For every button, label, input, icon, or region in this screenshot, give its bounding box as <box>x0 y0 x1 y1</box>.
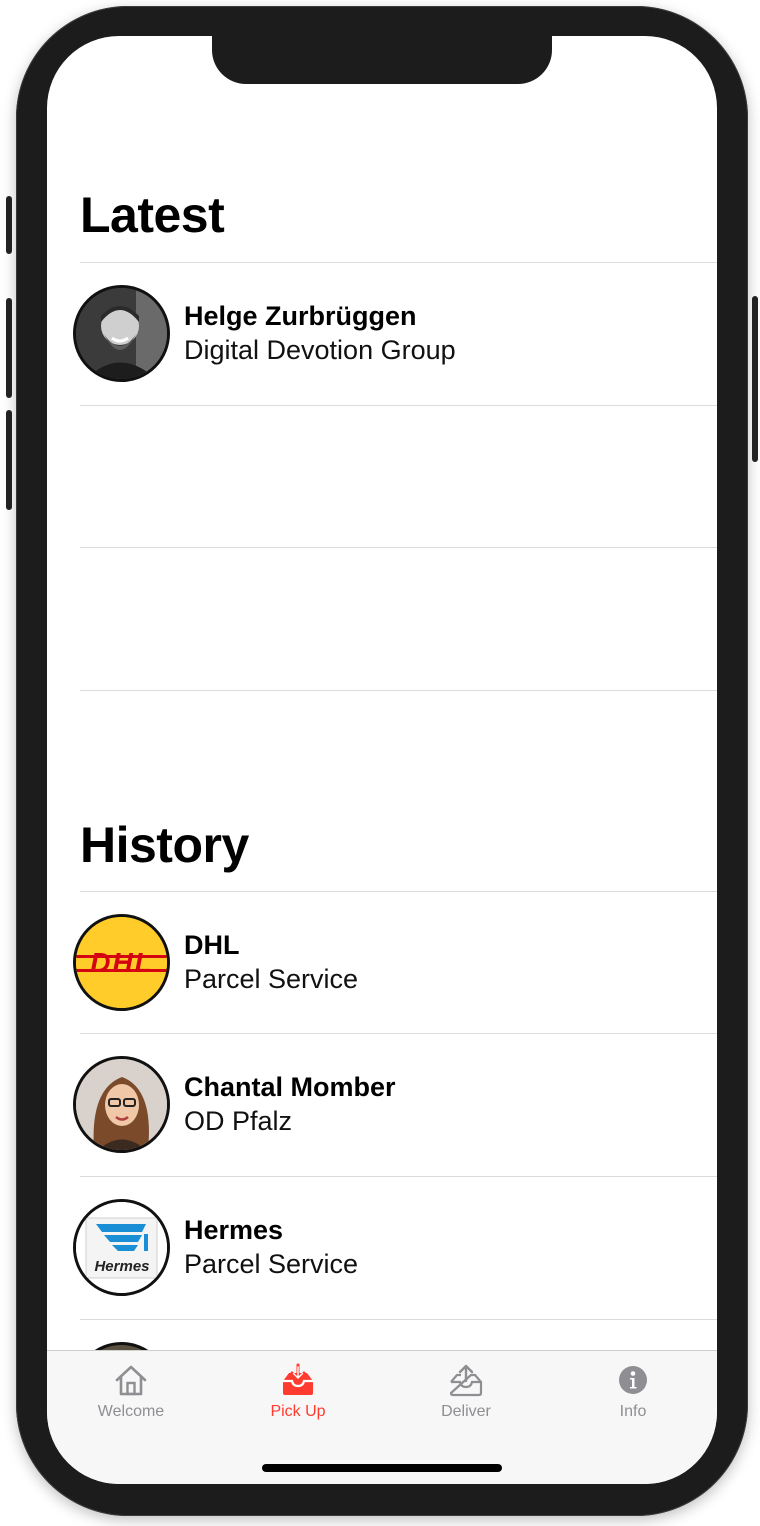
info-icon <box>619 1366 647 1394</box>
list-item-history-1[interactable]: Chantal Momber OD Pfalz <box>47 1034 717 1176</box>
tab-label: Info <box>619 1403 647 1420</box>
volume-down-button <box>6 410 12 510</box>
volume-up-button <box>6 298 12 398</box>
tab-label: Welcome <box>97 1403 165 1420</box>
list-item-subtitle: OD Pfalz <box>184 1106 293 1136</box>
list-item-title: Helge Zurbrüggen <box>184 301 417 331</box>
tab-label: Deliver <box>441 1403 491 1420</box>
power-button <box>752 296 758 462</box>
hermes-logo-text: Hermes <box>94 1258 149 1275</box>
person-photo-icon <box>76 288 167 379</box>
house-icon <box>115 1365 147 1396</box>
list-item-subtitle: Parcel Service <box>184 964 359 994</box>
list-item-title: Hermes <box>184 1215 284 1245</box>
list-item-subtitle: Digital Devotion Group <box>184 335 456 365</box>
list-item-latest-0[interactable]: Helge Zurbrüggen Digital Devotion Group <box>47 263 717 405</box>
hermes-logo-icon: Hermes <box>76 1202 167 1293</box>
tab-welcome[interactable]: Welcome <box>61 1363 201 1433</box>
section-title-history: History <box>80 817 249 873</box>
list-item-empty <box>47 548 717 690</box>
list-item-history-0[interactable]: DHL DHL Parcel Service <box>47 892 717 1034</box>
inbox-upload-icon <box>449 1364 483 1397</box>
list-item-title: Chantal Momber <box>184 1072 396 1102</box>
list-item-history-2[interactable]: Hermes Hermes Parcel Service <box>47 1177 717 1319</box>
tab-deliver[interactable]: Deliver <box>396 1363 536 1433</box>
list-item-empty <box>47 406 717 548</box>
dhl-logo-icon: DHL <box>76 917 167 1008</box>
list-item-title: DHL <box>184 930 240 960</box>
avatar: Hermes <box>73 1199 170 1296</box>
person-photo-icon <box>76 1059 167 1150</box>
avatar <box>73 1056 170 1153</box>
inbox-download-icon <box>283 1363 313 1395</box>
avatar <box>73 285 170 382</box>
list-item-subtitle: Parcel Service <box>184 1249 359 1279</box>
dhl-logo-text: DHL <box>90 947 154 978</box>
app-screen: Latest Helge Zurbrüggen Digital Devotion… <box>47 36 717 1484</box>
avatar: DHL <box>73 914 170 1011</box>
tab-bar: Welcome Pick Up Deliver Info <box>47 1350 717 1484</box>
notch <box>212 36 552 84</box>
home-indicator[interactable] <box>262 1464 502 1472</box>
tab-info[interactable]: Info <box>563 1363 703 1433</box>
tab-pick-up[interactable]: Pick Up <box>228 1363 368 1433</box>
separator <box>80 690 717 691</box>
tab-label: Pick Up <box>270 1403 326 1420</box>
section-title-latest: Latest <box>80 187 225 243</box>
mute-switch <box>6 196 12 254</box>
